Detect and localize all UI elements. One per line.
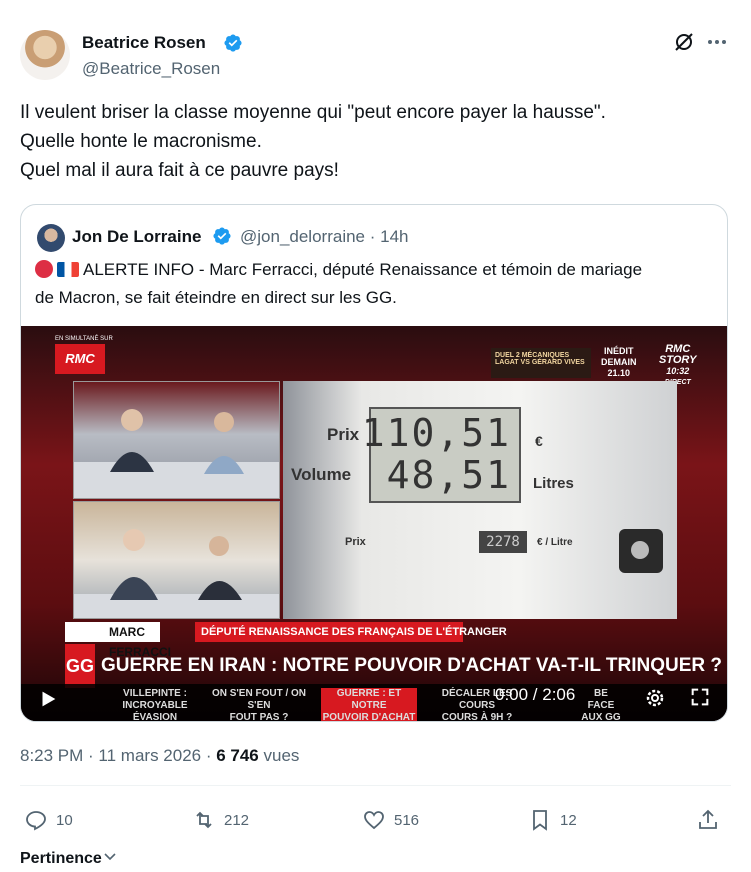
quoted-author-avatar[interactable] — [37, 224, 65, 252]
like-button[interactable]: 516 — [362, 806, 419, 834]
repost-icon — [196, 811, 212, 829]
author-name[interactable]: Beatrice Rosen — [82, 33, 206, 53]
post-header: Beatrice Rosen @Beatrice_Rosen — [20, 28, 731, 84]
heart-icon — [364, 811, 384, 830]
divider — [20, 785, 731, 786]
sort-replies-dropdown[interactable]: Pertinence — [20, 850, 116, 868]
like-count: 516 — [394, 811, 420, 829]
gg-logo: GG — [65, 644, 95, 688]
post-text-line: Il veulent briser la classe moyenne qui … — [20, 102, 606, 123]
reply-count: 10 — [56, 811, 73, 829]
post-timestamp: 8:23 PM · 11 mars 2026 · 6 746 vues — [20, 746, 299, 766]
verified-badge-icon — [213, 227, 231, 245]
promo-banner: DUEL 2 MÉCANIQUES LAGAT VS GÉRARD VIVES — [491, 348, 591, 378]
share-button[interactable] — [696, 806, 728, 834]
reply-icon — [26, 811, 46, 831]
inedit-label: INÉDIT DEMAIN 21.10 — [601, 346, 637, 378]
fuel-pump-display: Prix Volume 110,51 48,51 € Litres Prix 2… — [283, 381, 677, 619]
views-count: 6 746 — [216, 746, 259, 765]
repost-count: 212 — [224, 811, 250, 829]
pump-prix-label: Prix — [327, 425, 360, 444]
grok-icon[interactable] — [672, 30, 696, 54]
france-flag-icon — [57, 262, 79, 277]
bookmark-icon — [533, 810, 547, 831]
quoted-post-text: ALERTE INFO - Marc Ferracci, député Rena… — [35, 256, 725, 312]
post-text-line: Quel mal il aura fait à ce pauvre pays! — [20, 160, 339, 181]
author-avatar[interactable] — [20, 30, 70, 80]
speaker-name: MARC FERRACCI — [65, 622, 171, 659]
pump-volume-value: 48,51 — [386, 453, 511, 497]
quoted-text-line: de Macron, se fait éteindre en direct su… — [35, 288, 397, 307]
rmc-simulcast-label: EN SIMULTANÉ SUR — [55, 336, 113, 342]
timestamp-text[interactable]: 8:23 PM · 11 mars 2026 · — [20, 746, 216, 765]
sort-label: Pertinence — [20, 850, 102, 867]
ticker-item: ON S'EN FOUT / ON S'EN FOUT PAS ? — [211, 688, 307, 722]
quoted-post[interactable]: Jon De Lorraine @jon_delorraine · 14h AL… — [20, 204, 728, 722]
pump-digit-panel: 110,51 48,51 — [362, 407, 521, 503]
news-ticker: VILLEPINTE : INCROYABLE ÉVASION ON S'EN F… — [21, 684, 727, 722]
pump-euro-label: € — [535, 433, 543, 449]
video-player[interactable]: EN SIMULTANÉ SUR RMC DUEL 2 MÉCANIQUES L… — [21, 326, 727, 722]
studio-camera-2 — [73, 501, 280, 619]
pump-volume-label: Volume — [291, 465, 352, 484]
author-handle[interactable]: @Beatrice_Rosen — [82, 59, 220, 79]
headline-banner: GUERRE EN IRAN : NOTRE POUVOIR D'ACHAT V… — [101, 655, 722, 676]
pump-litres-label: Litres — [533, 475, 574, 492]
action-bar: 10 212 516 12 — [20, 806, 731, 836]
more-options-icon[interactable] — [705, 30, 729, 54]
share-icon — [699, 809, 717, 829]
bookmark-button[interactable]: 12 — [528, 806, 577, 834]
quoted-author-name[interactable]: Jon De Lorraine — [72, 227, 201, 247]
views-label: vues — [258, 746, 300, 765]
pump-unit-label: Prix — [345, 536, 366, 548]
rmc-logo: RMC — [55, 344, 105, 374]
post-text: Il veulent briser la classe moyenne qui … — [20, 98, 731, 185]
reply-button[interactable]: 10 — [24, 806, 73, 834]
quoted-post-meta[interactable]: @jon_delorraine · 14h — [240, 227, 408, 247]
video-time: 0:00 / 2:06 — [495, 685, 576, 704]
studio-camera-1 — [73, 381, 280, 499]
lock-icon — [619, 529, 663, 573]
fullscreen-icon[interactable] — [689, 686, 711, 708]
repost-button[interactable]: 212 — [192, 806, 249, 834]
ticker-item: GUERRE : ET NOTREPOUVOIR D'ACHAT ? — [321, 688, 417, 721]
pump-unit-value: 2278 — [479, 531, 527, 553]
settings-gear-icon[interactable] — [643, 686, 667, 710]
pump-unit: € / Litre — [537, 537, 573, 548]
post-text-line: Quelle honte le macronisme. — [20, 131, 262, 152]
quoted-text-line: ALERTE INFO - Marc Ferracci, député Rena… — [83, 260, 643, 279]
ticker-item: VILLEPINTE : INCROYABLE ÉVASION — [122, 688, 188, 722]
red-circle-icon — [35, 260, 53, 278]
verified-badge-icon — [224, 34, 242, 52]
quoted-post-header: Jon De Lorraine @jon_delorraine · 14h — [37, 224, 697, 252]
pump-price-value: 110,51 — [361, 411, 511, 455]
play-icon[interactable] — [37, 688, 59, 710]
chevron-down-icon — [104, 853, 116, 861]
bookmark-count: 12 — [560, 811, 577, 829]
speaker-title: DÉPUTÉ RENAISSANCE DES FRANÇAIS DE L'ÉTR… — [195, 622, 507, 642]
ticker-item: BE FACE AUX GG — [581, 688, 621, 722]
